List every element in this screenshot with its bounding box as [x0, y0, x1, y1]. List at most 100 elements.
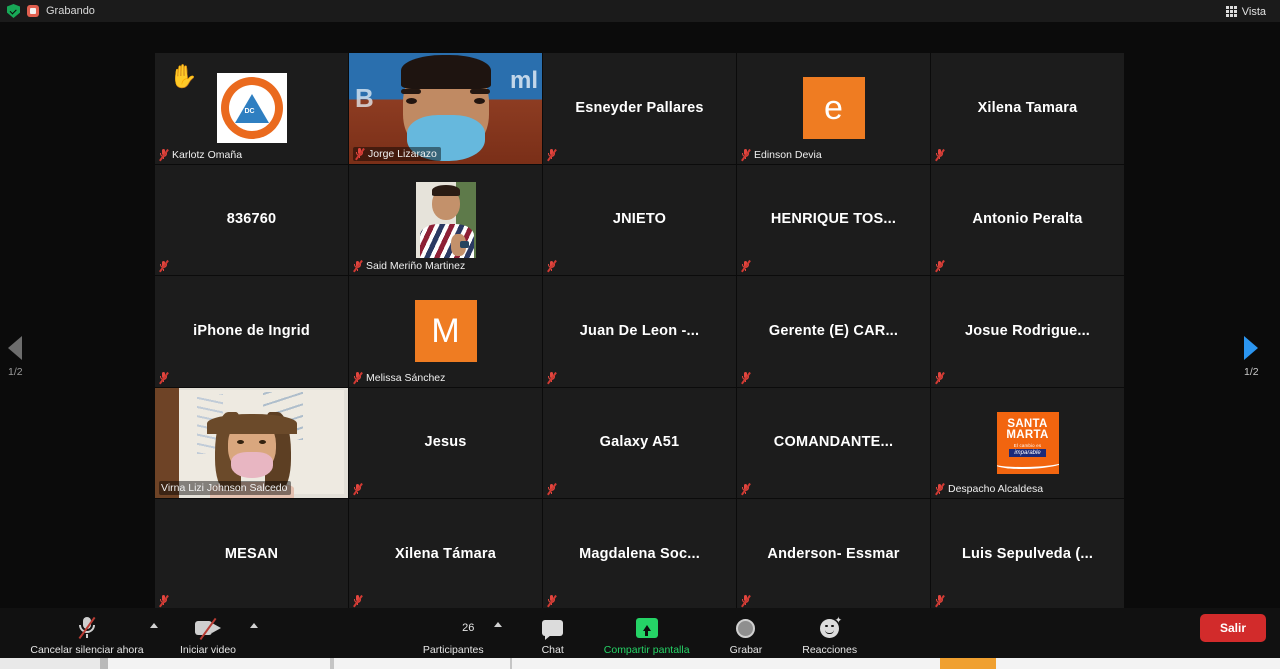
participant-status-overlay: Melissa Sánchez [353, 372, 445, 384]
microphone-muted-icon [353, 260, 362, 272]
microphone-muted-icon [935, 483, 944, 495]
microphone-muted-icon [547, 372, 556, 384]
participant-name: Galaxy A51 [594, 434, 686, 451]
participant-name: Karlotz Omaña [172, 149, 242, 161]
participant-tile[interactable]: Jesus [349, 388, 542, 499]
participant-name: Jorge Lizarazo [368, 148, 437, 160]
logo-subtitle: El cambio es [1014, 443, 1042, 448]
record-stop-icon[interactable] [27, 5, 39, 17]
participant-tile[interactable]: Magdalena Soc... [543, 499, 736, 610]
microphone-muted-icon [159, 149, 168, 161]
participant-tile[interactable]: COMANDANTE... [737, 388, 930, 499]
participant-tile[interactable]: iPhone de Ingrid [155, 276, 348, 387]
participant-tile[interactable]: Anderson- Essmar [737, 499, 930, 610]
participant-tile[interactable]: BmlJorge Lizarazo [349, 53, 542, 164]
participant-tile[interactable]: 836760 [155, 165, 348, 276]
taskbar-divider [100, 658, 108, 669]
participant-name: Xilena Tamara [972, 100, 1084, 117]
participant-name: Despacho Alcaldesa [948, 483, 1043, 495]
participant-tile[interactable]: Gerente (E) CAR... [737, 276, 930, 387]
microphone-muted-icon [547, 483, 556, 495]
participant-tile[interactable]: Antonio Peralta [931, 165, 1124, 276]
previous-page-button[interactable]: 1/2 [8, 336, 23, 378]
people-icon [432, 620, 458, 636]
participant-status-overlay [741, 260, 750, 272]
taskbar-active-app[interactable] [940, 658, 996, 669]
participant-name: 836760 [221, 211, 283, 228]
next-page-label: 1/2 [1244, 366, 1259, 378]
participant-tile[interactable]: Said Meriño Martinez [349, 165, 542, 276]
participant-tile[interactable]: HENRIQUE TOS... [737, 165, 930, 276]
participants-label: Participantes [423, 644, 484, 656]
chat-button[interactable]: Chat [542, 610, 564, 656]
gallery-stage: 1/2 1/2 ✋ Karlotz Omaña BmlJorge Lizarazo E… [0, 22, 1280, 608]
santa-marta-logo: SANTAMARTAEl cambio esimparable [997, 412, 1059, 474]
microphone-muted-icon [741, 149, 750, 161]
microphone-muted-icon [741, 260, 750, 272]
participant-status-overlay [159, 260, 168, 272]
reactions-label: Reacciones [802, 644, 857, 656]
share-screen-label: Compartir pantalla [604, 644, 690, 656]
participant-status-overlay [547, 149, 556, 161]
microphone-muted-icon [935, 372, 944, 384]
participant-status-overlay [547, 260, 556, 272]
participant-name: COMANDANTE... [768, 434, 899, 451]
microphone-muted-icon [159, 260, 168, 272]
participant-name: Gerente (E) CAR... [763, 323, 904, 340]
participant-tile[interactable]: SANTAMARTAEl cambio esimparable Despacho … [931, 388, 1124, 499]
participant-name: Jesus [418, 434, 472, 451]
microphone-muted-icon [353, 372, 362, 384]
participant-name: iPhone de Ingrid [187, 323, 316, 340]
participant-status-overlay [547, 372, 556, 384]
participant-name: Anderson- Essmar [761, 546, 905, 563]
participant-status-overlay: Despacho Alcaldesa [935, 483, 1043, 495]
participant-tile[interactable]: Virna Lizi Johnson Salcedo [155, 388, 348, 499]
microphone-muted-icon [741, 372, 750, 384]
participant-tile[interactable]: eEdinson Devia [737, 53, 930, 164]
participant-tile[interactable]: JNIETO [543, 165, 736, 276]
participant-tile[interactable]: ✋ Karlotz Omaña [155, 53, 348, 164]
participant-status-overlay [935, 595, 944, 607]
microphone-muted-icon [353, 595, 362, 607]
participant-tile[interactable]: Juan De Leon -... [543, 276, 736, 387]
microphone-muted-icon [935, 260, 944, 272]
participant-tile[interactable]: Josue Rodrigue... [931, 276, 1124, 387]
microphone-muted-icon [159, 372, 168, 384]
participant-tile[interactable]: MESAN [155, 499, 348, 610]
participant-name: Esneyder Pallares [569, 100, 709, 117]
reactions-button[interactable]: ✦ Reacciones [802, 610, 857, 656]
participant-tile[interactable]: Esneyder Pallares [543, 53, 736, 164]
chevron-right-icon [1244, 336, 1258, 360]
next-page-button[interactable]: 1/2 [1244, 336, 1259, 378]
participant-tile[interactable]: Luis Sepulveda (... [931, 499, 1124, 610]
participant-status-overlay [935, 372, 944, 384]
participant-status-overlay: Said Meriño Martinez [353, 260, 465, 272]
participant-tile[interactable]: Xilena Támara [349, 499, 542, 610]
participant-tile[interactable]: Galaxy A51 [543, 388, 736, 499]
participant-tile[interactable]: MMelissa Sánchez [349, 276, 542, 387]
participant-name: Edinson Devia [754, 149, 822, 161]
participant-status-overlay: Edinson Devia [741, 149, 822, 161]
participant-photo [416, 182, 476, 258]
shield-check-icon [7, 4, 20, 18]
participant-name: Juan De Leon -... [574, 323, 705, 340]
taskbar-divider [510, 658, 512, 669]
leave-meeting-button[interactable]: Salir [1200, 614, 1266, 642]
participant-name: Xilena Támara [389, 546, 502, 563]
microphone-muted-icon [547, 260, 556, 272]
microphone-muted-icon [741, 595, 750, 607]
previous-page-label: 1/2 [8, 366, 23, 378]
participant-tile[interactable]: Xilena Tamara [931, 53, 1124, 164]
participant-name: Magdalena Soc... [573, 546, 706, 563]
view-button[interactable]: Vista [1222, 3, 1270, 20]
participant-name: Melissa Sánchez [366, 372, 445, 384]
top-bar: Grabando Vista [0, 0, 1280, 22]
smiley-reaction-icon: ✦ [820, 619, 839, 638]
participants-button[interactable]: 26 Participantes [423, 610, 484, 656]
share-screen-button[interactable]: Compartir pantalla [604, 610, 690, 656]
record-button[interactable]: Grabar [730, 610, 763, 656]
microphone-muted-icon [935, 149, 944, 161]
participants-count: 26 [462, 622, 474, 634]
raised-hand-icon: ✋ [169, 65, 198, 88]
participants-options-caret-icon[interactable] [494, 622, 502, 627]
